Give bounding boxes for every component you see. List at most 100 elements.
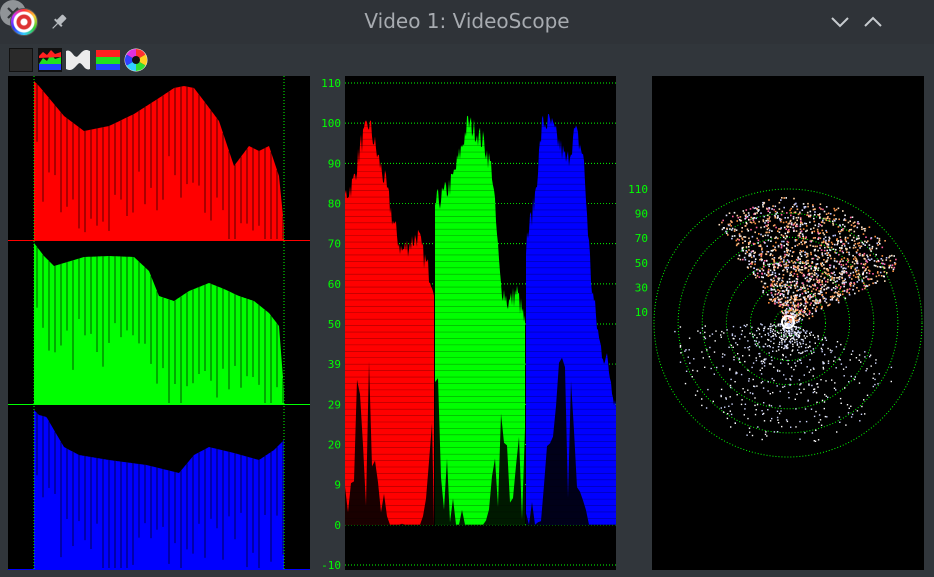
vectorscope-point	[793, 295, 795, 297]
window-titlebar[interactable]: Video 1: VideoScope	[0, 0, 934, 44]
vectorscope-point	[774, 274, 777, 277]
vectorscope-point	[744, 240, 746, 242]
vectorscope-point	[807, 270, 810, 272]
vectorscope-point	[811, 352, 813, 355]
vectorscope-point	[767, 214, 769, 217]
vectorscope-point	[878, 241, 880, 243]
vectorscope-point	[773, 431, 776, 433]
vectorscope-point	[833, 292, 836, 294]
vectorscope-point	[770, 356, 773, 358]
vectorscope-point	[767, 328, 769, 330]
vectorscope-plot	[653, 188, 923, 458]
vectorscope-point	[767, 409, 769, 411]
vectorscope-point	[805, 267, 808, 269]
vectorscope-point	[766, 286, 769, 288]
vectorscope-point	[778, 290, 781, 292]
vectorscope-point	[796, 273, 799, 276]
vectorscope-point	[862, 254, 865, 257]
vectorscope-point	[831, 288, 833, 291]
vectorscope-point	[832, 248, 835, 250]
waveform-panel[interactable]	[345, 76, 616, 570]
vectorscope-point	[848, 251, 850, 254]
vectorscope-point	[799, 341, 801, 344]
vectorscope-point	[870, 237, 873, 239]
chevron-up-icon[interactable]	[861, 10, 885, 34]
vectorscope-point	[785, 356, 787, 358]
vectorscope-point	[832, 272, 834, 275]
vectorscope-point	[861, 288, 864, 291]
vectorscope-point	[736, 243, 739, 245]
vectorscope-point	[784, 237, 787, 240]
vectorscope-point	[762, 291, 764, 294]
vectorscope-point	[775, 297, 777, 300]
waveform-axis-label: 90	[328, 157, 341, 170]
vectorscope-point	[786, 301, 789, 304]
rgb-parade-icon[interactable]	[96, 48, 120, 72]
vectorscope-point	[794, 362, 796, 364]
vectorscope-point	[742, 355, 744, 357]
vectorscope-point	[721, 356, 724, 358]
vectorscope-point	[794, 310, 796, 312]
vectorscope-point	[685, 370, 688, 372]
vectorscope-point	[776, 301, 778, 304]
vectorscope-point	[770, 289, 773, 291]
vectorscope-point	[795, 217, 798, 219]
vectorscope-point	[806, 330, 808, 332]
vectorscope-point	[805, 225, 808, 227]
vectorscope-point	[784, 285, 786, 288]
vectorscope-point	[773, 298, 775, 301]
vectorscope-point	[789, 226, 792, 228]
vectorscope-point	[753, 340, 756, 342]
vectorscope-point	[754, 385, 756, 388]
vectorscope-point	[783, 197, 785, 199]
vectorscope-point	[782, 235, 785, 237]
vectorscope-point	[748, 246, 750, 248]
vectorscope-point	[722, 219, 724, 222]
vectorscope-point	[822, 366, 824, 369]
vectorscope-point	[780, 410, 782, 412]
vectorscope-point	[796, 299, 798, 301]
vectorscope-point	[809, 296, 811, 299]
vectorscope-point	[777, 277, 779, 280]
vectorscope-point	[858, 272, 860, 275]
vectorscope-point	[809, 265, 812, 267]
vectorscope-point	[889, 255, 891, 257]
vectorscope-point	[772, 288, 774, 291]
vectorscope-point	[811, 272, 813, 275]
vectorscope-panel[interactable]	[652, 76, 924, 570]
vectorscope-point	[829, 299, 832, 301]
vectorscope-point	[877, 244, 879, 246]
vectorscope-point	[814, 271, 816, 274]
histogram-icon[interactable]	[38, 48, 62, 72]
vectorscope-point	[799, 288, 801, 291]
vectorscope-point	[790, 207, 793, 210]
vectorscope-point	[866, 266, 869, 268]
vectorscope-point	[802, 203, 805, 205]
vectorscope-point	[845, 263, 848, 266]
waveform-icon[interactable]	[66, 48, 90, 72]
vectorscope-point	[811, 261, 814, 263]
vectorscope-point	[868, 226, 871, 228]
vectorscope-point	[805, 222, 808, 225]
vectorscope-point	[814, 283, 816, 285]
vectorscope-point	[800, 331, 802, 333]
vectorscope-point	[746, 266, 749, 268]
vectorscope-point	[853, 258, 855, 260]
histogram-panel[interactable]	[8, 76, 310, 570]
vectorscope-point	[790, 321, 793, 323]
vectorscope-point	[817, 236, 820, 239]
vectorscope-point	[827, 286, 830, 289]
vectorscope-icon[interactable]	[124, 48, 148, 72]
vectorscope-point	[770, 249, 773, 252]
chevron-down-icon[interactable]	[828, 10, 852, 34]
vectorscope-point	[774, 303, 776, 305]
vectorscope-point	[837, 207, 840, 210]
vectorscope-point	[740, 403, 743, 406]
grayscale-toggle-icon[interactable]	[9, 48, 33, 72]
vectorscope-point	[812, 204, 814, 206]
vectorscope-point	[770, 323, 772, 325]
vectorscope-point	[748, 255, 751, 257]
vectorscope-point	[834, 243, 836, 246]
vectorscope-point	[815, 410, 817, 413]
vectorscope-point	[810, 251, 812, 254]
